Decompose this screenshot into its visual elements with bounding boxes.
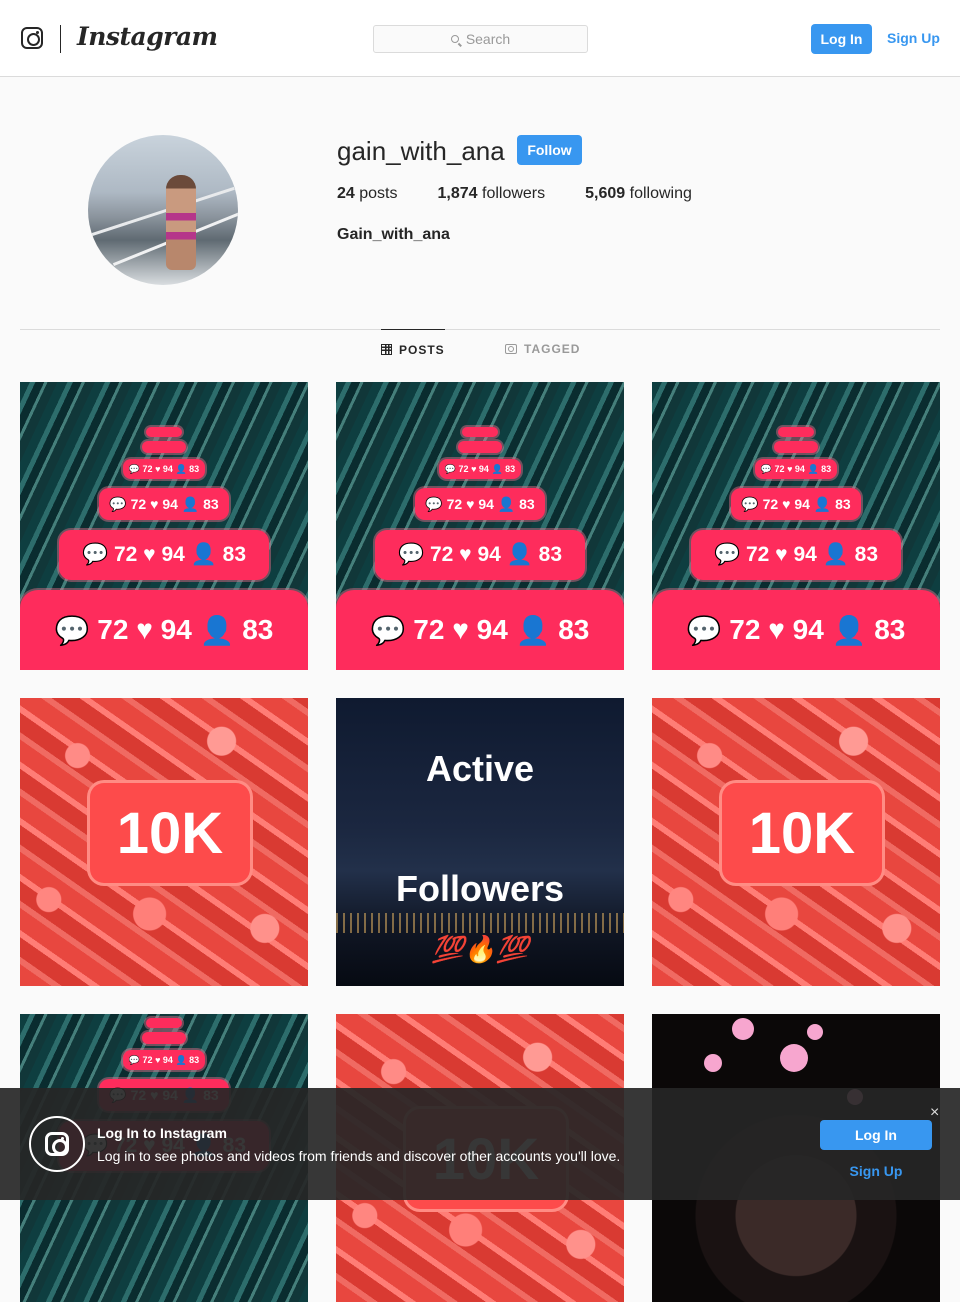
heart-sticker <box>704 1054 722 1072</box>
following-count: 5,609 <box>585 185 626 202</box>
instagram-wordmark-logo[interactable]: Instagram <box>77 22 218 51</box>
stat-bubble: 💬 72 ♥ 94 👤 83 <box>652 590 940 670</box>
search-input[interactable]: Search <box>373 25 588 53</box>
post-thumbnail[interactable]: 10K <box>20 698 308 986</box>
stat-bubble <box>142 441 186 453</box>
stat-bubble: 💬 72 ♥ 94 👤 83 <box>99 488 229 520</box>
stat-bubble: 💬 72 ♥ 94 👤 83 <box>375 530 585 580</box>
banner-instagram-icon <box>29 1116 85 1172</box>
stat-bubble: 💬 72 ♥ 94 👤 83 <box>336 590 624 670</box>
post-emoji-line: 💯🔥💯 <box>431 934 529 964</box>
follow-button[interactable]: Follow <box>517 135 582 165</box>
profile-avatar[interactable] <box>88 135 238 285</box>
signup-link[interactable]: Sign Up <box>887 30 940 46</box>
heart-sticker <box>732 1018 754 1040</box>
stat-bubble <box>778 427 814 437</box>
post-thumbnail[interactable]: 💬 72 ♥ 94 👤 83 💬 72 ♥ 94 👤 83 💬 72 ♥ 94 … <box>20 382 308 670</box>
tab-posts[interactable]: POSTS <box>381 329 445 369</box>
tenk-badge: 10K <box>90 783 250 883</box>
followers-count: 1,874 <box>437 185 478 202</box>
following-stat[interactable]: 5,609 following <box>585 185 692 203</box>
tabs-divider <box>20 329 940 330</box>
login-banner: Log In to Instagram Log in to see photos… <box>0 1088 960 1200</box>
tab-tagged-label: TAGGED <box>524 342 581 356</box>
profile-stats: 24 posts 1,874 followers 5,609 following <box>337 185 732 203</box>
tab-posts-label: POSTS <box>399 342 445 357</box>
tagged-icon <box>505 344 517 354</box>
stat-bubble: 💬 72 ♥ 94 👤 83 <box>20 590 308 670</box>
followers-stat[interactable]: 1,874 followers <box>438 185 546 203</box>
post-title-followers: Followers <box>395 868 565 909</box>
stat-bubble: 💬 72 ♥ 94 👤 83 <box>123 1050 205 1070</box>
post-thumbnail[interactable]: 10K <box>652 698 940 986</box>
followers-label: followers <box>482 185 546 202</box>
stat-bubble: 💬 72 ♥ 94 👤 83 <box>415 488 545 520</box>
post-thumbnail[interactable]: Active Followers 💯🔥💯 <box>336 698 624 986</box>
avatar-person <box>166 175 196 270</box>
top-navigation-bar: Instagram Search Log In Sign Up <box>0 0 960 77</box>
heart-sticker <box>780 1044 808 1072</box>
stat-bubble <box>774 441 818 453</box>
stat-bubble <box>142 1032 186 1044</box>
grid-icon <box>381 344 392 355</box>
tenk-badge: 10K <box>722 783 882 883</box>
city-lights <box>336 913 624 933</box>
posts-label: posts <box>359 185 398 202</box>
following-label: following <box>629 185 692 202</box>
stat-bubble <box>146 427 182 437</box>
stat-bubble: 💬 72 ♥ 94 👤 83 <box>731 488 861 520</box>
stat-bubble: 💬 72 ♥ 94 👤 83 <box>755 459 837 479</box>
stat-bubble: 💬 72 ♥ 94 👤 83 <box>439 459 521 479</box>
post-title-active: Active <box>425 748 535 789</box>
banner-signup-link[interactable]: Sign Up <box>820 1163 932 1179</box>
banner-title: Log In to Instagram <box>97 1125 227 1141</box>
stat-bubble <box>458 441 502 453</box>
search-placeholder: Search <box>465 31 511 47</box>
stat-bubble: 💬 72 ♥ 94 👤 83 <box>59 530 269 580</box>
close-icon[interactable]: × <box>930 1104 939 1122</box>
banner-login-button[interactable]: Log In <box>820 1120 932 1150</box>
posts-count: 24 <box>337 185 355 202</box>
tab-tagged[interactable]: TAGGED <box>505 329 585 369</box>
stat-bubble: 💬 72 ♥ 94 👤 83 <box>123 459 205 479</box>
stat-bubble: 💬 72 ♥ 94 👤 83 <box>691 530 901 580</box>
profile-username: gain_with_ana <box>337 136 505 166</box>
search-icon <box>450 35 459 43</box>
stat-bubble <box>462 427 498 437</box>
avatar-railing <box>91 186 235 237</box>
divider <box>60 25 61 53</box>
post-thumbnail[interactable]: 💬 72 ♥ 94 👤 83 💬 72 ♥ 94 👤 83 💬 72 ♥ 94 … <box>652 382 940 670</box>
profile-full-name: Gain_with_ana <box>337 226 450 243</box>
instagram-glyph-icon[interactable] <box>21 27 43 49</box>
banner-description: Log in to see photos and videos from fri… <box>97 1148 621 1164</box>
login-button[interactable]: Log In <box>811 24 872 54</box>
posts-stat: 24 posts <box>337 185 398 203</box>
stat-bubble <box>146 1018 182 1028</box>
heart-sticker <box>807 1024 823 1040</box>
post-thumbnail[interactable]: 💬 72 ♥ 94 👤 83 💬 72 ♥ 94 👤 83 💬 72 ♥ 94 … <box>336 382 624 670</box>
